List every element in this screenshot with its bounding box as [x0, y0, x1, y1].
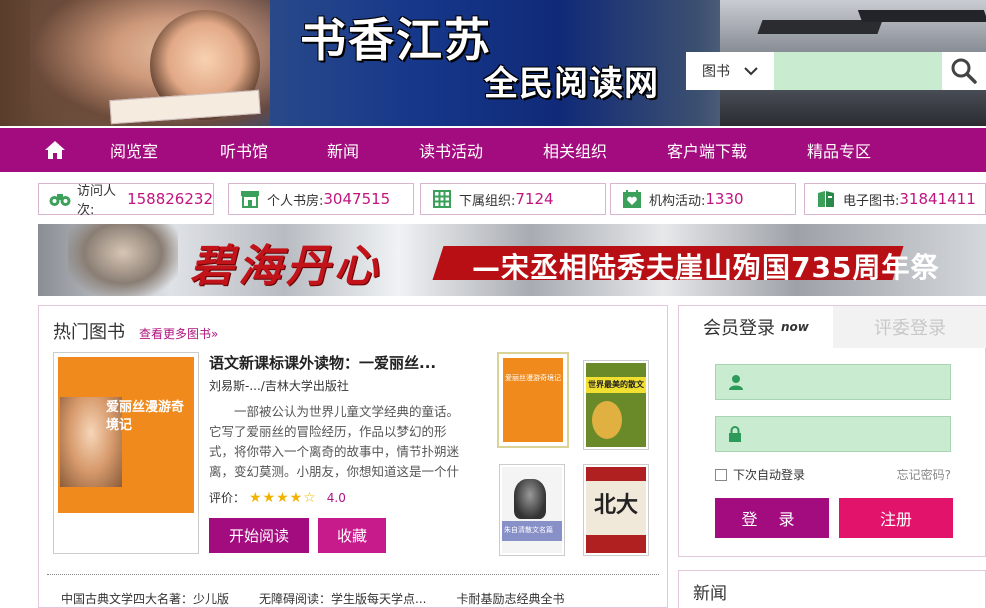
search-category-select[interactable]: 图书	[686, 52, 774, 90]
stat-sub-organizations: 下属组织: 7124	[420, 183, 606, 215]
book-link[interactable]: 无障碍阅读：学生版每天学点...	[259, 590, 426, 607]
lock-icon	[729, 426, 741, 442]
cover-title: 爱丽丝漫游奇境记	[106, 400, 185, 433]
user-icon	[729, 375, 743, 390]
featured-book-title[interactable]: 语文新课标课外读物：一爱丽丝...	[209, 352, 436, 373]
site-title[interactable]: 书香江苏	[300, 4, 492, 70]
book-link[interactable]: 卡耐基励志经典全书	[456, 590, 564, 607]
remember-checkbox[interactable]	[715, 468, 727, 481]
stat-label: 下属组织:	[459, 193, 516, 209]
tab-badge: now	[781, 320, 809, 334]
remember-row: 下次自动登录 忘记密码?	[715, 466, 951, 483]
register-button[interactable]: 注册	[839, 498, 953, 538]
hot-books-panel: 热门图书 查看更多图书» 爱丽丝漫游奇境记 语文新课标课外读物：一爱丽丝... …	[38, 305, 668, 608]
book-link[interactable]: 中国古典文学四大名著：少儿版	[61, 590, 229, 607]
remember-label: 下次自动登录	[733, 468, 806, 482]
password-field[interactable]	[715, 416, 951, 452]
site-subtitle[interactable]: 全民阅读网	[484, 56, 659, 105]
thumbnail-book-essays[interactable]: 世界最美的散文	[583, 360, 649, 450]
book-thumbnails: 爱丽丝漫游奇境记 世界最美的散文 朱自清散文名篇 北大	[497, 352, 661, 556]
featured-book-cover[interactable]: 爱丽丝漫游奇境记	[53, 352, 199, 554]
stat-value: 7124	[515, 190, 554, 208]
thumbnail-book-peking[interactable]: 北大	[583, 464, 649, 556]
stat-personal-studies: 个人书房: 3047515	[228, 183, 414, 215]
news-panel: 新闻	[678, 570, 986, 608]
chevron-down-icon	[744, 67, 758, 76]
grid-icon	[431, 188, 453, 210]
thumbnail-title: 世界最美的散文	[588, 380, 644, 389]
thumbnail-book-alice[interactable]: 爱丽丝漫游奇境记	[497, 352, 569, 448]
stat-visits: 访问人次: 158826232	[38, 183, 214, 218]
nav-item-audiobooks[interactable]: 听书馆	[220, 128, 327, 172]
nav-item-premium[interactable]: 精品专区	[807, 128, 907, 172]
featured-book-author: 刘易斯-.../吉林大学出版社	[209, 379, 349, 393]
tab-label: 会员登录	[703, 318, 775, 339]
store-icon	[239, 188, 261, 210]
roof-decoration	[757, 20, 883, 34]
home-icon	[45, 141, 65, 159]
nav-item-client-download[interactable]: 客户端下载	[667, 128, 807, 172]
rating-value: 4.0	[326, 490, 346, 505]
more-books-link[interactable]: 查看更多图书»	[139, 325, 218, 342]
nav-item-organizations[interactable]: 相关组织	[543, 128, 667, 172]
nav-home[interactable]	[0, 128, 110, 172]
stat-ebooks: 电子图书: 31841411	[804, 183, 986, 215]
section-divider	[47, 574, 659, 575]
search-bar: 图书	[686, 52, 986, 90]
stat-label: 电子图书:	[843, 193, 900, 209]
roof-decoration	[857, 10, 986, 22]
tab-member-login[interactable]: 会员登录 now	[679, 306, 833, 348]
star-rating-icon: ★★★★☆	[249, 489, 317, 506]
hot-books-heading: 热门图书	[53, 322, 125, 343]
thumbnail-book-zhu[interactable]: 朱自清散文名篇	[499, 464, 565, 556]
stat-org-activities: 机构活动: 1330	[610, 183, 796, 215]
start-reading-button[interactable]: 开始阅读	[209, 518, 309, 553]
featured-book-rating: 评价： ★★★★☆ 4.0	[209, 489, 346, 506]
banner-subtitle: —宋丞相陆秀夫崖山殉国735周年祭	[472, 251, 940, 284]
promo-banner[interactable]: 碧海丹心 —宋丞相陆秀夫崖山殉国735周年祭	[38, 224, 986, 296]
search-button[interactable]	[942, 52, 986, 90]
site-header: 书香江苏 全民阅读网 图书	[0, 0, 986, 126]
search-category-value: 图书	[702, 64, 730, 80]
login-panel: 会员登录 now 评委登录 下次自动登录 忘记密码? 登 录 注册	[678, 305, 986, 557]
stat-value: 3047515	[323, 190, 391, 208]
nav-item-reading-room[interactable]: 阅览室	[110, 128, 220, 172]
stat-label: 机构活动:	[649, 193, 706, 209]
calendar-heart-icon	[621, 188, 643, 210]
nav-item-news[interactable]: 新闻	[327, 128, 419, 172]
stat-value: 158826232	[127, 190, 213, 208]
tab-judge-login[interactable]: 评委登录	[833, 306, 986, 348]
stat-label: 访问人次:	[77, 184, 117, 218]
thumbnail-title: 北大	[594, 493, 639, 518]
stat-label: 个人书房:	[267, 193, 324, 209]
featured-book-description: 一部被公认为世界儿童文学经典的童话。它写了爱丽丝的冒险经历，作品以梦幻的形式，将…	[209, 404, 460, 479]
book-links: 中国古典文学四大名著：少儿版 无障碍阅读：学生版每天学点... 卡耐基励志经典全…	[61, 590, 564, 607]
search-icon	[951, 58, 977, 84]
search-input[interactable]	[774, 52, 942, 90]
nav-item-reading-activities[interactable]: 读书活动	[419, 128, 543, 172]
news-heading: 新闻	[693, 584, 727, 604]
binoculars-icon	[49, 188, 71, 210]
rating-label: 评价：	[209, 491, 246, 505]
login-button[interactable]: 登 录	[715, 498, 829, 538]
favorite-button[interactable]: 收藏	[318, 518, 386, 553]
stat-value: 31841411	[899, 190, 976, 208]
thumbnail-title: 爱丽丝漫游奇境记	[505, 374, 561, 382]
username-field[interactable]	[715, 364, 951, 400]
ebook-icon	[815, 188, 837, 210]
stat-value: 1330	[705, 190, 744, 208]
thumbnail-title: 朱自清散文名篇	[504, 526, 553, 534]
stats-bar: 访问人次: 158826232 个人书房: 3047515 下属组织: 7124 机构…	[38, 183, 986, 218]
banner-title: 碧海丹心	[190, 241, 382, 292]
forgot-password-link[interactable]: 忘记密码?	[897, 466, 951, 483]
login-tabs: 会员登录 now 评委登录	[679, 306, 986, 348]
banner-statue-image	[68, 224, 178, 296]
main-nav: 阅览室 听书馆 新闻 读书活动 相关组织 客户端下载 精品专区	[0, 128, 986, 172]
